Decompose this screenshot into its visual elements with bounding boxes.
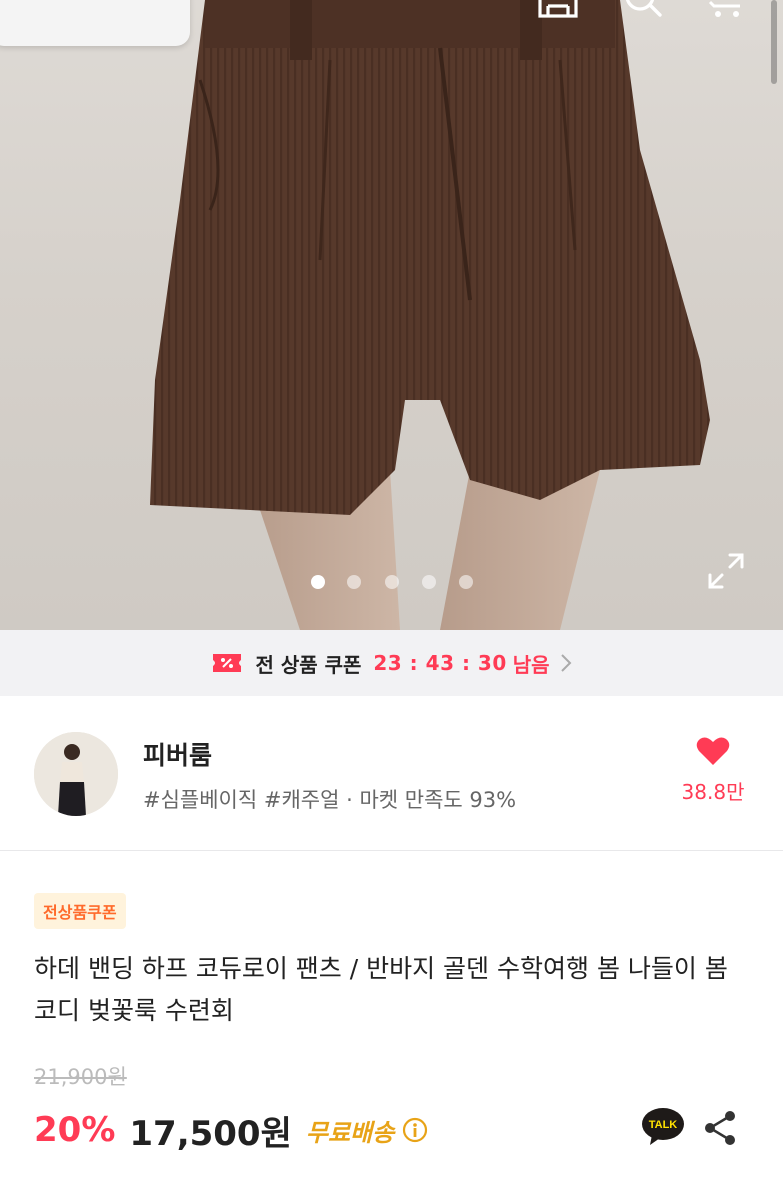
coupon-ticket-icon (213, 654, 242, 672)
search-button[interactable] (620, 0, 664, 20)
scrollbar[interactable] (771, 0, 777, 84)
share-button[interactable] (700, 1108, 740, 1148)
price-row: 20% 17,500원 무료배송 (34, 1106, 428, 1154)
shop-avatar[interactable] (34, 732, 118, 816)
share-icon (705, 1111, 735, 1145)
home-icon (538, 0, 578, 18)
product-title: 하데 밴딩 하프 코듀로이 팬츠 / 반바지 골덴 수학여행 봄 나들이 봄코디… (34, 954, 728, 1025)
top-bar (0, 0, 783, 46)
expand-button[interactable] (706, 551, 746, 591)
carousel-dot[interactable] (459, 575, 473, 589)
cart-button[interactable] (704, 0, 748, 20)
sale-price: 17,500원 (129, 1113, 292, 1154)
chevron-right-icon (560, 654, 571, 672)
product-photo (150, 0, 710, 630)
coupon-badge: 전상품쿠폰 (34, 893, 126, 929)
carousel-dot[interactable] (422, 575, 436, 589)
shop-tags: #심플베이직 #캐주얼 · 마켓 만족도 93% (143, 788, 517, 812)
like-button[interactable]: 38.8만 (668, 736, 758, 816)
home-button[interactable] (536, 0, 580, 20)
carousel-dot[interactable] (385, 575, 399, 589)
product-image-carousel[interactable] (0, 0, 783, 630)
search-icon (625, 0, 662, 17)
kakaotalk-share-button[interactable]: TALK (640, 1107, 686, 1147)
carousel-dot[interactable] (311, 575, 325, 589)
discount-rate: 20% (34, 1110, 116, 1150)
carousel-dot[interactable] (347, 575, 361, 589)
free-shipping-label: 무료배송 (305, 1118, 395, 1147)
shop-info-row[interactable]: 피버룸 #심플베이직 #캐주얼 · 마켓 만족도 93% 38.8만 (0, 696, 783, 851)
kakaotalk-icon: TALK (642, 1108, 684, 1145)
heart-icon (696, 737, 730, 765)
original-price: 21,900원 (34, 1065, 127, 1089)
like-count: 38.8만 (681, 780, 745, 804)
chevron-left-icon (38, 0, 86, 26)
overlay-panel (0, 0, 190, 46)
info-icon[interactable] (402, 1117, 428, 1143)
avatar-image (34, 732, 118, 816)
expand-icon (708, 553, 744, 589)
coupon-remain-text: 남음 (512, 652, 550, 677)
coupon-label: 전 상품 쿠폰 (255, 652, 362, 677)
back-button[interactable] (38, 0, 86, 26)
coupon-countdown: 23 : 43 : 30 (373, 651, 507, 675)
carousel-dots (0, 572, 783, 592)
cart-icon (708, 0, 740, 17)
coupon-timer-bar[interactable]: 전 상품 쿠폰 23 : 43 : 30 남음 (0, 630, 783, 696)
svg-text:TALK: TALK (649, 1119, 678, 1131)
shop-name[interactable]: 피버룸 (143, 736, 212, 772)
